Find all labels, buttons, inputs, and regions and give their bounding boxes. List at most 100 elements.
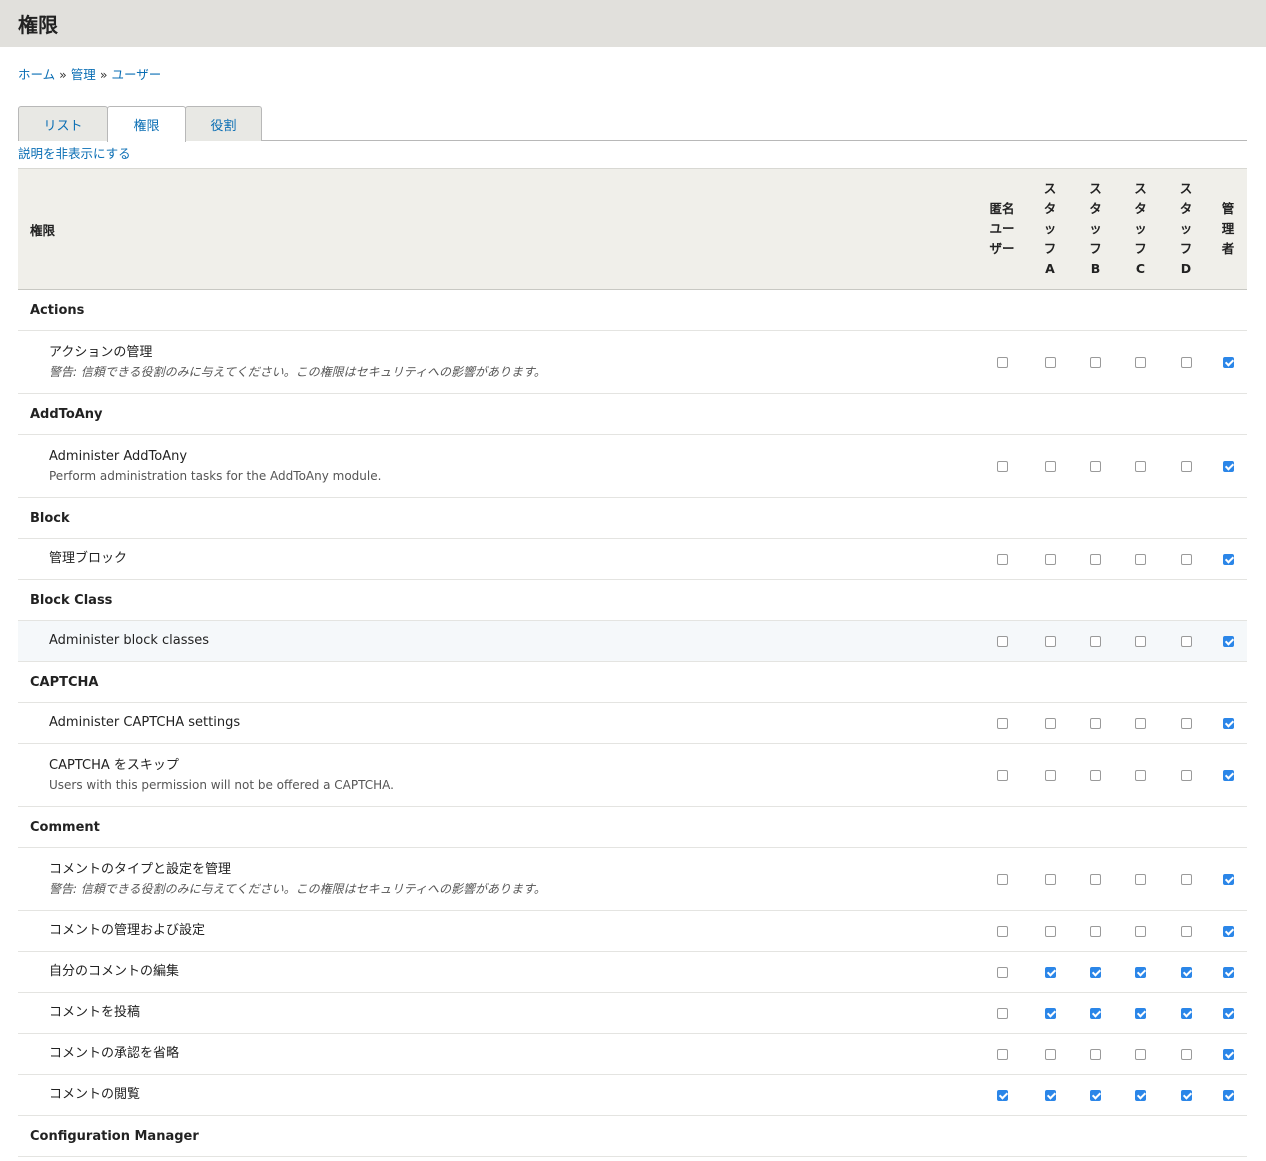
checkbox-unchecked[interactable]	[996, 873, 1008, 885]
checkbox-checked[interactable]	[1222, 553, 1234, 565]
role-header-staff-a: スタッフA	[1027, 168, 1073, 290]
checkbox-unchecked[interactable]	[1044, 635, 1056, 647]
checkbox-unchecked[interactable]	[1090, 635, 1101, 647]
checkbox-cell	[1209, 620, 1247, 662]
permission-cell: コメントの承認を省略	[18, 1033, 977, 1075]
checkbox-unchecked[interactable]	[1090, 356, 1101, 368]
permission-name: コメントの管理および設定	[49, 923, 206, 938]
checkbox-unchecked[interactable]	[996, 717, 1008, 729]
checkbox-cell	[1073, 847, 1118, 911]
checkbox-cell	[977, 330, 1027, 394]
breadcrumb-home[interactable]: ホーム	[18, 67, 55, 82]
checkbox-checked[interactable]	[1222, 1007, 1234, 1019]
checkbox-unchecked[interactable]	[1044, 356, 1056, 368]
checkbox-unchecked[interactable]	[996, 356, 1008, 368]
checkbox-unchecked[interactable]	[1180, 873, 1192, 885]
checkbox-unchecked[interactable]	[1090, 460, 1101, 472]
checkbox-checked[interactable]	[1090, 966, 1101, 978]
checkbox-unchecked[interactable]	[1180, 1048, 1192, 1060]
checkbox-unchecked[interactable]	[1090, 553, 1101, 565]
checkbox-cell	[1163, 910, 1209, 952]
permission-row: コメントを投稿	[18, 992, 1247, 1034]
checkbox-unchecked[interactable]	[1090, 1048, 1101, 1060]
checkbox-unchecked[interactable]	[996, 769, 1008, 781]
checkbox-cell	[1073, 910, 1118, 952]
checkbox-unchecked[interactable]	[1180, 769, 1192, 781]
checkbox-unchecked[interactable]	[996, 635, 1008, 647]
checkbox-unchecked[interactable]	[1044, 460, 1056, 472]
checkbox-unchecked[interactable]	[1044, 717, 1056, 729]
checkbox-checked[interactable]	[1222, 356, 1234, 368]
checkbox-checked[interactable]	[1044, 966, 1056, 978]
checkbox-unchecked[interactable]	[996, 1007, 1008, 1019]
checkbox-checked[interactable]	[1222, 1089, 1234, 1101]
checkbox-unchecked[interactable]	[1135, 1048, 1146, 1060]
checkbox-unchecked[interactable]	[1135, 873, 1146, 885]
checkbox-checked[interactable]	[1135, 1007, 1146, 1019]
checkbox-unchecked[interactable]	[1135, 356, 1146, 368]
breadcrumb-users[interactable]: ユーザー	[111, 67, 161, 82]
checkbox-unchecked[interactable]	[1180, 356, 1192, 368]
checkbox-checked[interactable]	[1180, 1007, 1192, 1019]
checkbox-cell	[1118, 434, 1163, 498]
checkbox-unchecked[interactable]	[1135, 635, 1146, 647]
checkbox-unchecked[interactable]	[1135, 925, 1146, 937]
checkbox-cell	[1027, 847, 1073, 911]
checkbox-unchecked[interactable]	[1044, 1048, 1056, 1060]
tab-roles[interactable]: 役割	[185, 106, 262, 141]
checkbox-checked[interactable]	[1090, 1007, 1101, 1019]
page-header: 権限	[0, 0, 1266, 47]
checkbox-checked[interactable]	[1135, 966, 1146, 978]
checkbox-checked[interactable]	[1222, 769, 1234, 781]
checkbox-checked[interactable]	[1180, 966, 1192, 978]
checkbox-unchecked[interactable]	[996, 925, 1008, 937]
checkbox-checked[interactable]	[1222, 635, 1234, 647]
checkbox-checked[interactable]	[1090, 1089, 1101, 1101]
tab-list[interactable]: リスト	[18, 106, 108, 141]
breadcrumb-admin[interactable]: 管理	[71, 67, 96, 82]
checkbox-unchecked[interactable]	[1090, 925, 1101, 937]
checkbox-unchecked[interactable]	[996, 460, 1008, 472]
checkbox-unchecked[interactable]	[996, 966, 1008, 978]
checkbox-checked[interactable]	[1222, 460, 1234, 472]
role-label: スタッフD	[1179, 181, 1193, 276]
checkbox-unchecked[interactable]	[1044, 925, 1056, 937]
checkbox-unchecked[interactable]	[1180, 553, 1192, 565]
checkbox-unchecked[interactable]	[1135, 717, 1146, 729]
checkbox-cell	[1163, 538, 1209, 580]
checkbox-unchecked[interactable]	[1180, 717, 1192, 729]
checkbox-unchecked[interactable]	[1044, 769, 1056, 781]
hide-descriptions-link[interactable]: 説明を非表示にする	[18, 143, 131, 162]
checkbox-checked[interactable]	[1222, 925, 1234, 937]
checkbox-unchecked[interactable]	[996, 553, 1008, 565]
permission-cell: 自分のコメントの編集	[18, 951, 977, 993]
checkbox-cell	[1027, 538, 1073, 580]
checkbox-unchecked[interactable]	[1090, 769, 1101, 781]
checkbox-checked[interactable]	[1222, 966, 1234, 978]
checkbox-unchecked[interactable]	[1135, 769, 1146, 781]
checkbox-cell	[1209, 702, 1247, 744]
checkbox-cell	[1073, 538, 1118, 580]
checkbox-unchecked[interactable]	[996, 1048, 1008, 1060]
checkbox-unchecked[interactable]	[1180, 925, 1192, 937]
checkbox-checked[interactable]	[1044, 1007, 1056, 1019]
checkbox-checked[interactable]	[1222, 1048, 1234, 1060]
checkbox-unchecked[interactable]	[1135, 460, 1146, 472]
checkbox-unchecked[interactable]	[1044, 553, 1056, 565]
checkbox-checked[interactable]	[1135, 1089, 1146, 1101]
checkbox-checked[interactable]	[1180, 1089, 1192, 1101]
checkbox-unchecked[interactable]	[1180, 460, 1192, 472]
checkbox-checked[interactable]	[996, 1089, 1008, 1101]
checkbox-checked[interactable]	[1222, 873, 1234, 885]
checkbox-cell	[1209, 538, 1247, 580]
checkbox-unchecked[interactable]	[1180, 635, 1192, 647]
checkbox-unchecked[interactable]	[1044, 873, 1056, 885]
checkbox-unchecked[interactable]	[1135, 553, 1146, 565]
checkbox-unchecked[interactable]	[1090, 873, 1101, 885]
checkbox-checked[interactable]	[1044, 1089, 1056, 1101]
tab-permissions[interactable]: 権限	[107, 106, 186, 142]
checkbox-checked[interactable]	[1222, 717, 1234, 729]
checkbox-cell	[1163, 847, 1209, 911]
permission-name: Administer AddToAny	[49, 449, 188, 464]
checkbox-unchecked[interactable]	[1090, 717, 1101, 729]
